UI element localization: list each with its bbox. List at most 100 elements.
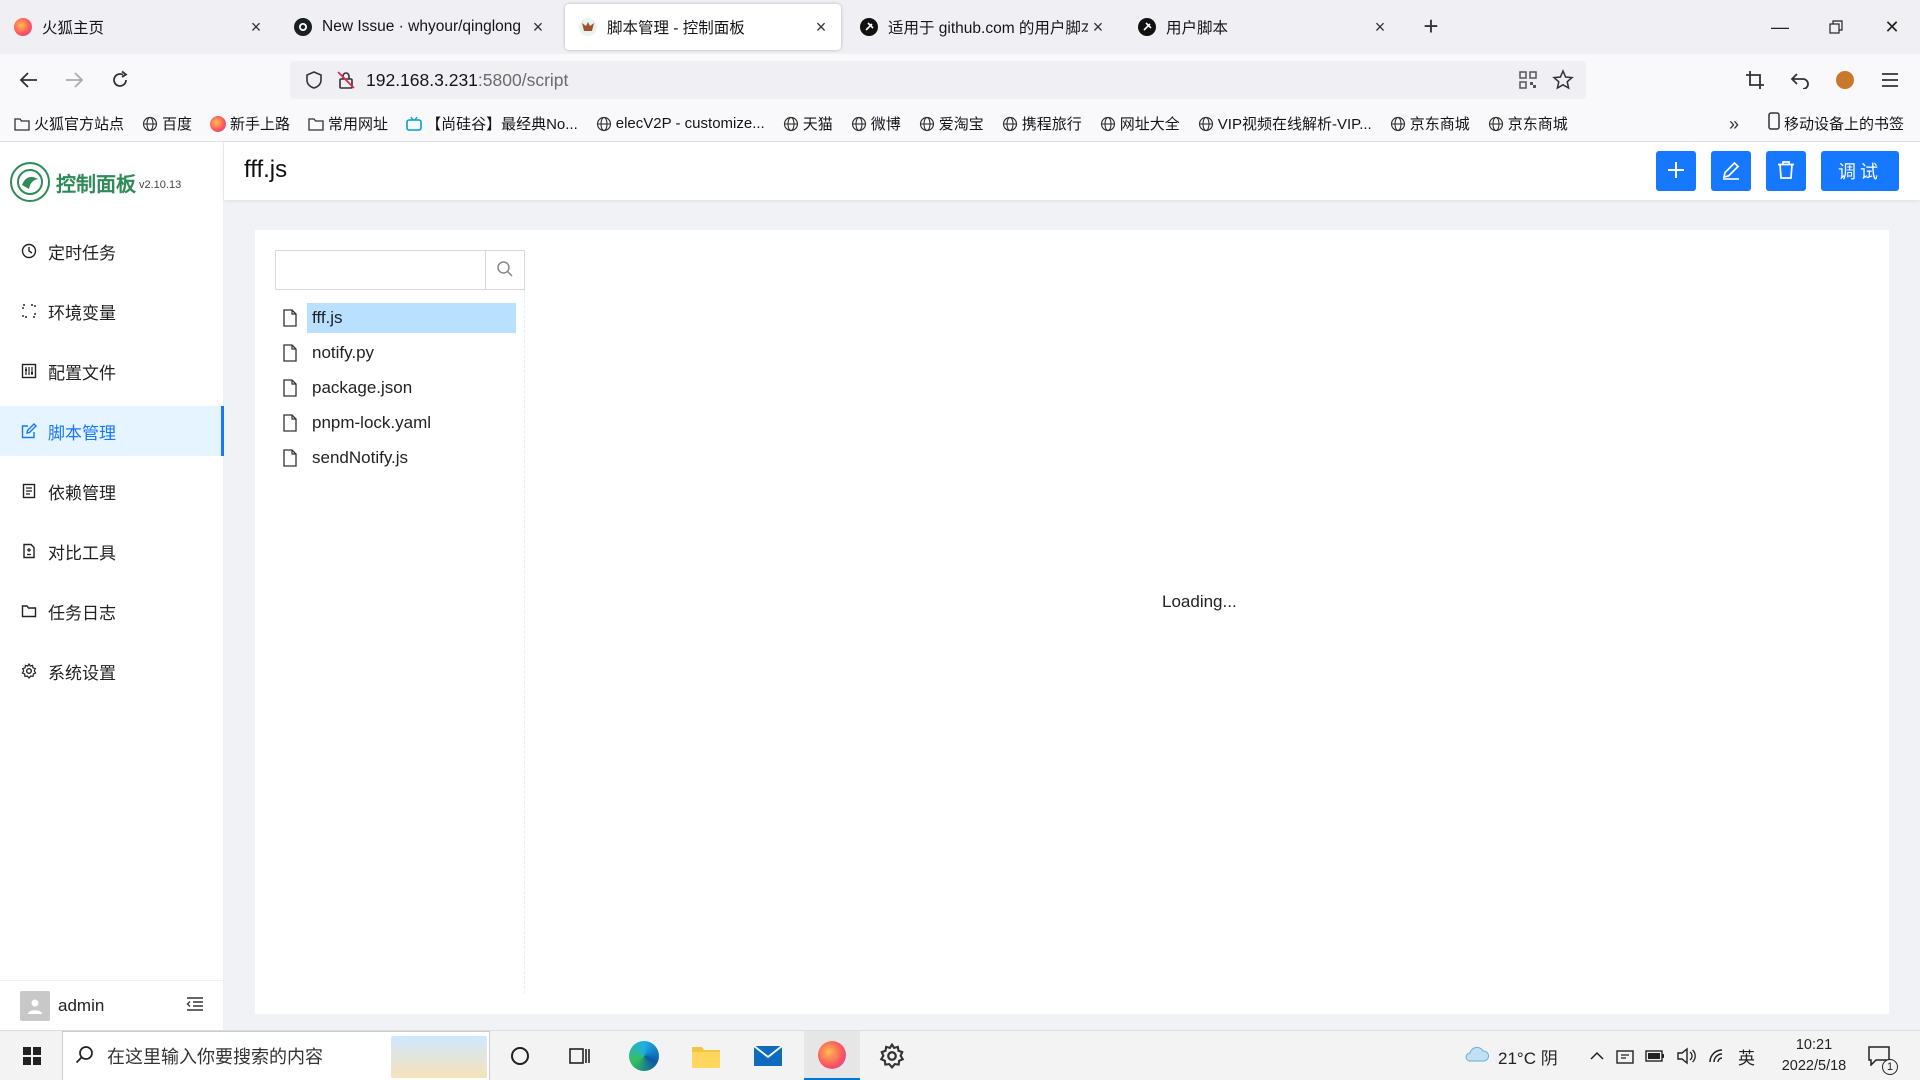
bookmark-item[interactable]: 【尚硅谷】最经典No... [406, 113, 578, 134]
file-item[interactable]: package.json [279, 370, 516, 405]
chevron-double-right-icon[interactable]: » [1729, 114, 1739, 135]
file-icon [279, 377, 301, 399]
debug-button[interactable]: 调试 [1821, 151, 1899, 191]
task-view-icon[interactable] [560, 1031, 600, 1080]
sidebar-menu: 定时任务 环境变量 配置文件 脚本管理 依赖管理 对比工具 任务日志 系统设置 [0, 226, 224, 706]
browser-tab-script-manager[interactable]: 脚本管理 - 控制面板 × [565, 4, 841, 50]
mail-icon[interactable] [744, 1031, 792, 1080]
insecure-lock-icon[interactable] [336, 70, 356, 93]
sidebar-item-config[interactable]: 配置文件 [0, 346, 224, 396]
volume-icon[interactable] [1676, 1031, 1696, 1080]
qr-code-icon[interactable] [1518, 70, 1538, 93]
file-item[interactable]: pnpm-lock.yaml [279, 405, 516, 440]
bookmarks-bar: 火狐官方站点 百度 新手上路 常用网址 【尚硅谷】最经典No... elecV2… [0, 106, 1920, 142]
address-bar[interactable]: 192.168.3.231:5800/script [290, 61, 1586, 99]
file-item[interactable]: fff.js [279, 300, 516, 335]
close-icon[interactable]: × [246, 17, 266, 37]
screenshot-crop-icon[interactable] [1742, 67, 1768, 93]
new-tab-button[interactable]: + [1418, 13, 1444, 40]
avatar[interactable] [20, 990, 50, 1021]
taskbar-search-box[interactable]: 在这里输入你要搜索的内容 [62, 1031, 490, 1080]
bookmark-item[interactable]: 京东商城 [1390, 113, 1470, 134]
bookmark-item[interactable]: 爱淘宝 [919, 113, 984, 134]
firefox-taskbar-icon[interactable] [804, 1031, 860, 1080]
globe-icon [1100, 116, 1116, 132]
battery-icon[interactable] [1645, 1031, 1665, 1080]
bookmark-item[interactable]: 常用网址 [308, 113, 388, 134]
tray-chevron-up-icon[interactable] [1589, 1031, 1605, 1080]
browser-tab-userscripts[interactable]: 用户脚本 × [1124, 4, 1400, 50]
minimize-icon[interactable]: — [1752, 0, 1808, 54]
sidebar-item-script[interactable]: 脚本管理 [0, 406, 224, 456]
folder-icon [14, 116, 30, 132]
sidebar: 控制面板 v2.10.13 定时任务 环境变量 配置文件 脚本管理 依赖管理 对… [0, 142, 224, 1030]
shield-icon[interactable] [304, 70, 324, 93]
clock-icon [20, 242, 38, 260]
close-icon[interactable]: × [811, 17, 831, 37]
bookmark-item[interactable]: 天猫 [783, 113, 833, 134]
close-icon[interactable]: × [528, 17, 548, 37]
sidebar-item-setting[interactable]: 系统设置 [0, 646, 224, 696]
undo-arrow-icon[interactable] [1787, 67, 1813, 93]
menu-fold-icon[interactable] [186, 996, 204, 1015]
system-clock[interactable]: 10:21 2022/5/18 [1764, 1035, 1864, 1077]
bookmark-item[interactable]: 新手上路 [210, 113, 290, 134]
bookmark-item[interactable]: VIP视频在线解析-VIP... [1198, 113, 1372, 134]
search-icon [496, 260, 514, 281]
delete-script-button[interactable] [1766, 151, 1806, 191]
weather-widget[interactable]: 21°C 阴 [1464, 1031, 1558, 1080]
settings-gear-icon[interactable] [868, 1031, 916, 1080]
qinglong-icon [579, 18, 597, 36]
file-item[interactable]: notify.py [279, 335, 516, 370]
file-item[interactable]: sendNotify.js [279, 440, 516, 475]
sidebar-item-diff[interactable]: 对比工具 [0, 526, 224, 576]
sidebar-item-label: 依赖管理 [48, 483, 116, 503]
tampermonkey-icon[interactable] [1832, 67, 1858, 93]
browser-tab-github-userscripts[interactable]: 适用于 github.com 的用户脚本 × [846, 4, 1118, 50]
forward-arrow-icon[interactable] [61, 67, 87, 93]
file-search-input[interactable] [275, 250, 485, 290]
sidebar-item-log[interactable]: 任务日志 [0, 586, 224, 636]
file-explorer-icon[interactable] [682, 1031, 730, 1080]
bookmark-item[interactable]: 微博 [851, 113, 901, 134]
editor-loading-text: Loading... [1162, 592, 1237, 611]
edge-browser-icon[interactable] [620, 1031, 668, 1080]
globe-icon [851, 116, 867, 132]
notification-center-icon[interactable]: 1 [1868, 1031, 1898, 1080]
reload-icon[interactable] [107, 67, 133, 93]
taskbar-search-placeholder: 在这里输入你要搜索的内容 [107, 1047, 323, 1067]
search-button[interactable] [485, 250, 525, 290]
close-window-icon[interactable]: ✕ [1864, 0, 1920, 54]
app-logo[interactable]: 控制面板 v2.10.13 [10, 162, 181, 202]
username[interactable]: admin [58, 996, 104, 1016]
close-icon[interactable]: × [1088, 17, 1108, 37]
browser-tab-firefox-home[interactable]: 火狐主页 × [0, 4, 276, 50]
cortana-circle-icon[interactable] [500, 1031, 540, 1080]
windows-start-icon[interactable] [10, 1031, 54, 1080]
wifi-icon[interactable] [1708, 1031, 1728, 1080]
restore-icon[interactable] [1808, 0, 1864, 54]
add-script-button[interactable] [1656, 151, 1696, 191]
back-arrow-icon[interactable] [16, 67, 42, 93]
edit-script-button[interactable] [1711, 151, 1751, 191]
bookmark-star-icon[interactable] [1552, 69, 1574, 94]
bookmark-item[interactable]: 携程旅行 [1002, 113, 1082, 134]
browser-tab-github-issue[interactable]: New Issue · whyour/qinglong × [280, 4, 558, 50]
sidebar-item-env[interactable]: 环境变量 [0, 286, 224, 336]
edit-icon [20, 422, 38, 440]
bookmark-item[interactable]: 京东商城 [1488, 113, 1568, 134]
bookmark-item[interactable]: 百度 [142, 113, 192, 134]
input-method-indicator[interactable]: 英 [1738, 1031, 1755, 1080]
sidebar-item-cron[interactable]: 定时任务 [0, 226, 224, 276]
close-icon[interactable]: × [1370, 17, 1390, 37]
bookmark-item[interactable]: 网址大全 [1100, 113, 1180, 134]
sidebar-item-label: 脚本管理 [48, 423, 116, 443]
hamburger-menu-icon[interactable] [1877, 67, 1903, 93]
bookmark-item[interactable]: 火狐官方站点 [14, 113, 124, 134]
mobile-bookmarks[interactable]: 移动设备上的书签 [1768, 112, 1904, 134]
sidebar-item-dependence[interactable]: 依赖管理 [0, 466, 224, 516]
bookmark-item[interactable]: elecV2P - customize... [596, 115, 765, 132]
network-settings-icon[interactable] [1616, 1031, 1634, 1080]
globe-icon [1390, 116, 1406, 132]
firefox-icon [210, 115, 227, 132]
